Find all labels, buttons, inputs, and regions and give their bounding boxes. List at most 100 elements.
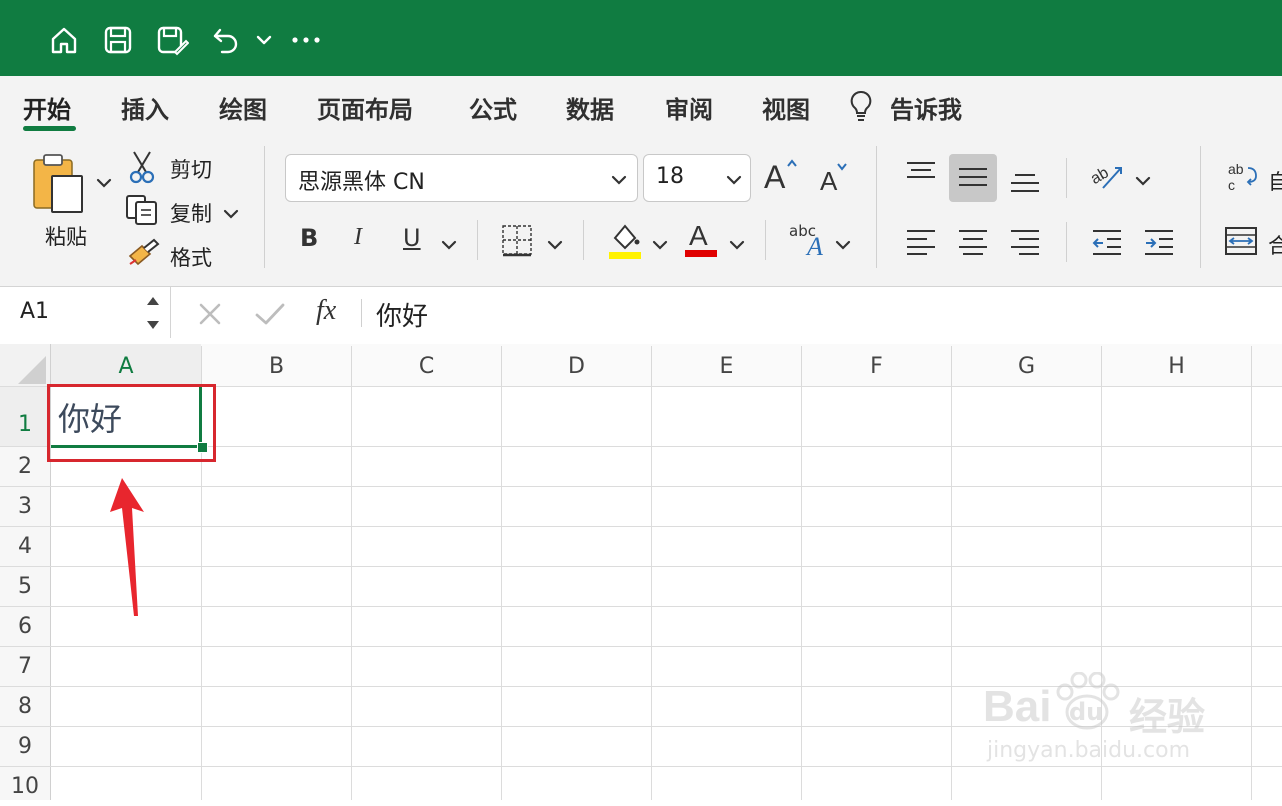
cancel-icon[interactable]: [197, 301, 223, 331]
borders-chevron-icon[interactable]: [547, 236, 563, 255]
gridline: [951, 386, 952, 800]
font-color-chevron-icon[interactable]: [729, 236, 745, 255]
text-orientation-icon[interactable]: ab: [1088, 158, 1129, 198]
tell-me-search[interactable]: 告诉我: [890, 90, 962, 125]
row-header-2[interactable]: 2: [0, 446, 50, 486]
font-name-value: 思源黑体 CN: [298, 170, 425, 195]
row-header-7[interactable]: 7: [0, 646, 50, 686]
tab-draw[interactable]: 绘图: [219, 90, 267, 125]
worksheet-grid[interactable]: A B C D E F G H 1 2 3 4 5 6 7 8 9 10 你好 …: [0, 338, 1282, 800]
column-header-c[interactable]: C: [352, 346, 502, 386]
row-header-10[interactable]: 10: [0, 766, 50, 806]
tab-data[interactable]: 数据: [566, 90, 614, 125]
text-orientation-chevron-icon[interactable]: [1135, 172, 1151, 191]
insert-function-button[interactable]: fx: [316, 295, 336, 327]
copy-icon[interactable]: [124, 194, 160, 230]
font-size-select[interactable]: 18: [643, 154, 751, 202]
undo-icon[interactable]: [206, 20, 246, 60]
row-header-1[interactable]: 1: [0, 386, 50, 446]
column-header-a[interactable]: A: [51, 346, 202, 386]
lightbulb-icon[interactable]: [848, 89, 874, 127]
row-header-5[interactable]: 5: [0, 566, 50, 606]
bold-button[interactable]: B: [300, 224, 318, 252]
align-center-icon[interactable]: [957, 228, 989, 260]
increase-indent-icon[interactable]: [1143, 228, 1175, 260]
gridline: [1251, 386, 1252, 800]
italic-button[interactable]: I: [354, 224, 362, 251]
enter-check-icon[interactable]: [254, 301, 286, 331]
save-icon[interactable]: [98, 20, 138, 60]
font-name-select[interactable]: 思源黑体 CN: [285, 154, 638, 202]
column-header-e[interactable]: E: [652, 346, 802, 386]
merge-center-icon[interactable]: [1224, 226, 1258, 260]
ribbon-divider: [583, 220, 584, 260]
increase-font-size-icon[interactable]: A: [762, 156, 800, 200]
tab-view[interactable]: 视图: [762, 90, 810, 125]
row-header-9[interactable]: 9: [0, 726, 50, 766]
paste-button[interactable]: 粘贴: [45, 221, 87, 251]
paste-icon[interactable]: [30, 152, 92, 220]
column-header-b[interactable]: B: [202, 346, 352, 386]
cut-button[interactable]: 剪切: [170, 154, 212, 184]
format-painter-button[interactable]: 格式: [170, 242, 212, 272]
format-painter-icon[interactable]: [126, 238, 160, 272]
wrap-text-icon[interactable]: ab c: [1226, 160, 1260, 198]
decrease-font-size-icon[interactable]: A: [818, 160, 852, 200]
svg-text:ab: ab: [1089, 164, 1112, 188]
font-color-icon[interactable]: A: [683, 220, 719, 258]
row-header-6[interactable]: 6: [0, 606, 50, 646]
ribbon-divider: [1200, 146, 1201, 268]
text-styles-icon[interactable]: abc A: [789, 222, 833, 262]
copy-dropdown-chevron-icon[interactable]: [223, 205, 239, 224]
undo-dropdown-chevron-icon[interactable]: [252, 20, 276, 60]
underline-chevron-icon[interactable]: [441, 236, 457, 255]
name-box[interactable]: A1: [0, 287, 171, 339]
borders-icon[interactable]: [501, 224, 535, 262]
gridline: [0, 646, 1282, 647]
formula-bar: A1 fx 你好: [0, 286, 1282, 340]
copy-button[interactable]: 复制: [170, 198, 212, 228]
align-middle-button[interactable]: [949, 154, 997, 202]
ribbon-divider: [477, 220, 478, 260]
save-as-icon[interactable]: [152, 20, 192, 60]
text-styles-chevron-icon[interactable]: [835, 236, 851, 255]
paste-dropdown-chevron-icon[interactable]: [96, 174, 112, 193]
gridline: [501, 386, 502, 800]
column-header-f[interactable]: F: [802, 346, 952, 386]
align-middle-icon: [959, 168, 987, 186]
merge-center-label[interactable]: 合: [1268, 230, 1282, 260]
baidu-watermark: Bai du 经验 jingyan.baidu.com: [983, 671, 1223, 778]
tab-page-layout[interactable]: 页面布局: [317, 90, 413, 125]
wrap-text-label[interactable]: 自: [1268, 166, 1282, 196]
tab-formulas[interactable]: 公式: [469, 90, 517, 125]
row-header-8[interactable]: 8: [0, 686, 50, 726]
gridline: [651, 386, 652, 800]
column-header-g[interactable]: G: [952, 346, 1102, 386]
align-left-icon[interactable]: [905, 228, 937, 260]
fill-color-icon[interactable]: [607, 222, 643, 264]
row-header-3[interactable]: 3: [0, 486, 50, 526]
home-icon[interactable]: [44, 20, 84, 60]
align-top-icon[interactable]: [905, 160, 937, 188]
underline-button[interactable]: U: [403, 224, 421, 252]
row-header-4[interactable]: 4: [0, 526, 50, 566]
gridline: [0, 486, 1282, 487]
active-tab-indicator: [23, 126, 76, 131]
scissors-icon[interactable]: [128, 150, 156, 188]
ribbon-divider: [1066, 222, 1067, 262]
align-bottom-icon[interactable]: [1009, 170, 1041, 198]
fill-color-chevron-icon[interactable]: [652, 236, 668, 255]
align-right-icon[interactable]: [1009, 228, 1041, 260]
ribbon-divider: [1066, 158, 1067, 198]
formula-input[interactable]: 你好: [376, 296, 428, 333]
decrease-indent-icon[interactable]: [1091, 228, 1123, 260]
column-header-d[interactable]: D: [502, 346, 652, 386]
more-icon[interactable]: [286, 20, 326, 60]
select-all-corner[interactable]: [0, 344, 51, 386]
tab-insert[interactable]: 插入: [121, 90, 169, 125]
column-header-h[interactable]: H: [1102, 346, 1252, 386]
tab-home[interactable]: 开始: [23, 90, 71, 125]
name-box-stepper-icon[interactable]: [145, 293, 161, 337]
tab-review[interactable]: 审阅: [665, 90, 713, 125]
svg-text:ab: ab: [1228, 161, 1244, 177]
